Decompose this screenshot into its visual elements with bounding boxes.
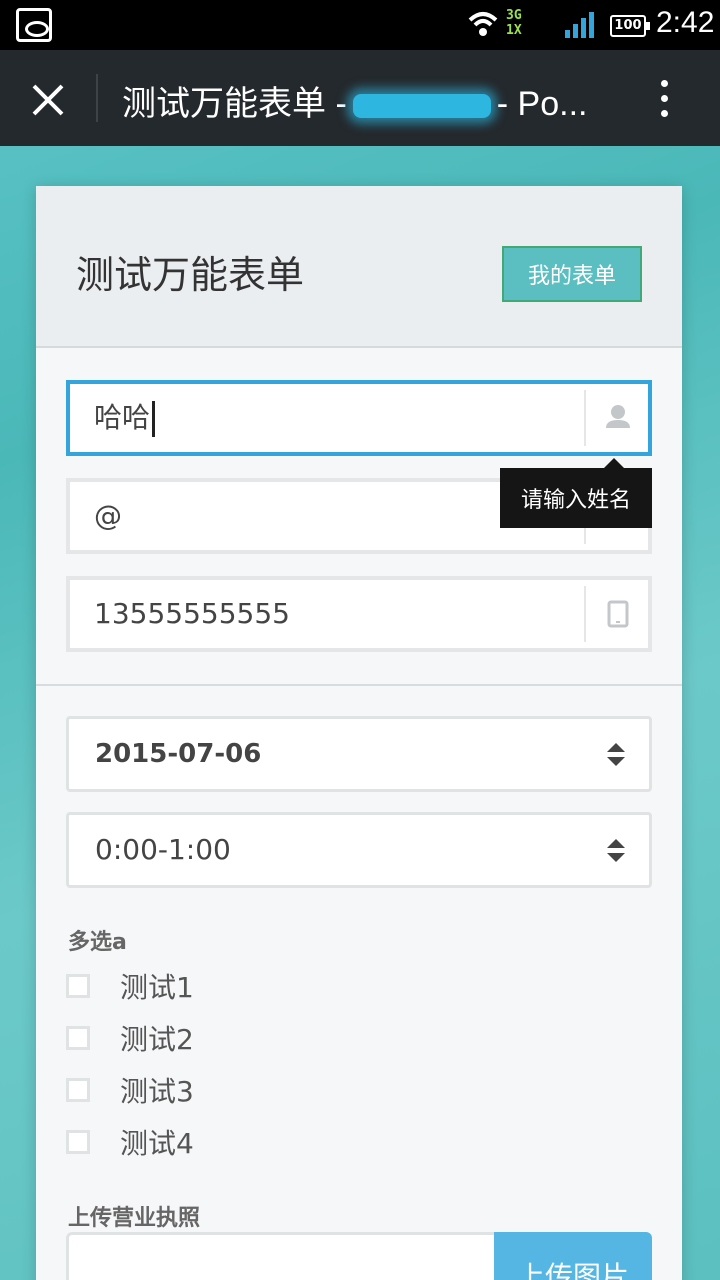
user-icon: [606, 405, 630, 428]
upload-row: 上传图片: [66, 1232, 652, 1280]
more-vert-icon[interactable]: [656, 80, 672, 124]
checkbox[interactable]: [66, 1026, 90, 1050]
name-value[interactable]: 哈哈: [94, 384, 156, 452]
form-header: 测试万能表单 我的表单: [36, 186, 682, 348]
wifi-icon: [468, 12, 498, 36]
checkbox[interactable]: [66, 1078, 90, 1102]
close-icon[interactable]: [28, 80, 68, 120]
checkbox[interactable]: [66, 1130, 90, 1154]
date-value: 2015-07-06: [95, 739, 262, 769]
tablet-icon: [607, 600, 629, 628]
select-arrows-icon: [607, 743, 625, 767]
checkbox-option[interactable]: 测试4: [66, 1124, 366, 1164]
network-type-badge: 3G 1X: [506, 8, 554, 40]
checkbox-option[interactable]: 测试1: [66, 968, 366, 1008]
phone-addon: [584, 586, 648, 642]
status-bar: 3G 1X 100 2:42: [0, 0, 720, 50]
page-title: 测试万能表单 - - Po...: [122, 76, 622, 124]
app-notification-icon: [16, 8, 52, 42]
name-field[interactable]: 哈哈: [66, 380, 652, 456]
checkbox-label[interactable]: 测试1: [120, 968, 194, 1008]
checkbox-option[interactable]: 测试3: [66, 1072, 366, 1112]
upload-input[interactable]: [66, 1232, 494, 1280]
title-prefix: 测试万能表单 -: [122, 85, 347, 123]
title-divider: [96, 74, 98, 122]
checkbox-label[interactable]: 测试3: [120, 1072, 194, 1112]
phone-value[interactable]: 13555555555: [94, 580, 290, 648]
title-suffix: - Po...: [496, 85, 588, 123]
name-addon: [584, 390, 648, 446]
date-select[interactable]: 2015-07-06: [66, 716, 652, 792]
checkbox[interactable]: [66, 974, 90, 998]
network-top-label: 3G: [506, 8, 522, 23]
time-value: 0:00-1:00: [95, 833, 231, 866]
my-forms-button[interactable]: 我的表单: [502, 246, 642, 302]
browser-title-bar: 测试万能表单 - - Po...: [0, 50, 720, 146]
upload-button[interactable]: 上传图片: [494, 1232, 652, 1280]
name-value-text: 哈哈: [94, 401, 151, 434]
text-caret: [152, 401, 156, 437]
select-arrows-icon: [607, 839, 625, 863]
name-tooltip: 请输入姓名: [500, 458, 652, 528]
checkbox-option[interactable]: 测试2: [66, 1020, 366, 1060]
battery-indicator: 100: [610, 15, 650, 37]
section-divider: [36, 684, 682, 686]
multi-select-label: 多选a: [68, 930, 127, 955]
network-bottom-label: 1X: [506, 23, 522, 38]
email-value[interactable]: @: [94, 482, 122, 550]
upload-label: 上传营业执照: [68, 1206, 201, 1231]
signal-icon: [565, 12, 594, 38]
checkbox-label[interactable]: 测试4: [120, 1124, 194, 1164]
time-select[interactable]: 0:00-1:00: [66, 812, 652, 888]
form-card: 测试万能表单 我的表单 哈哈 @ 请输入姓名 13555555555 2015-…: [36, 186, 682, 1280]
phone-field[interactable]: 13555555555: [66, 576, 652, 652]
status-time: 2:42: [656, 6, 715, 39]
redacted-text: [352, 94, 491, 119]
form-title: 测试万能表单: [76, 253, 305, 297]
checkbox-label[interactable]: 测试2: [120, 1020, 194, 1060]
